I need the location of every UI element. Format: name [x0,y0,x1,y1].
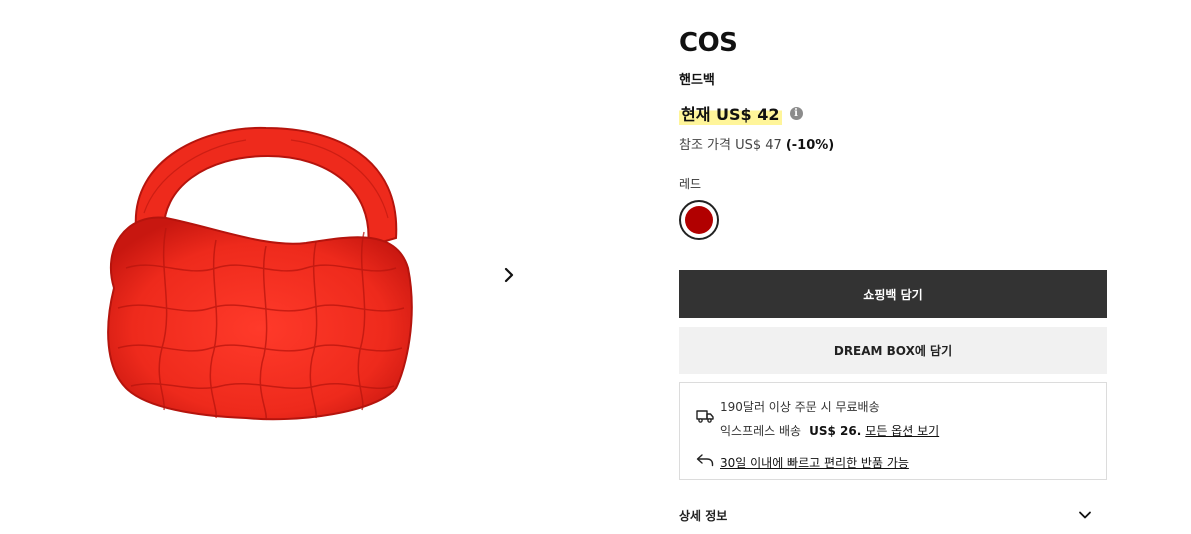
returns-link[interactable]: 30일 이내에 빠르고 편리한 반품 가능 [720,454,909,471]
add-to-cart-button[interactable]: 쇼핑백 담기 [679,270,1107,318]
next-image-button[interactable] [498,264,520,286]
chevron-right-icon [504,267,514,283]
discount-badge: (-10%) [785,138,835,153]
reference-price-row: 참조 가격 US$ 47 (-10%) [679,134,834,153]
reference-price: 참조 가격 US$ 47 [679,138,782,153]
product-gallery [0,0,640,534]
shipping-options-link[interactable]: 모든 옵션 보기 [865,424,939,438]
shipping-info-box: 190달러 이상 주문 시 무료배송 익스프레스 배송 US$ 26. 모든 옵션 … [679,382,1107,480]
express-shipping-row: 익스프레스 배송 US$ 26. 모든 옵션 보기 [720,422,939,439]
color-label: 레드 [679,177,702,191]
add-to-dream-box-button[interactable]: DREAM BOX에 담기 [679,327,1107,374]
details-label: 상세 정보 [679,508,728,523]
truck-icon [696,410,714,423]
product-category: 핸드백 [679,73,715,88]
info-icon[interactable]: i [789,106,803,120]
color-swatch-red[interactable] [679,200,719,240]
price-row: 현재 US$ 42 i [679,101,803,125]
express-shipping-label: 익스프레스 배송 [720,424,802,438]
brand-name: COS [679,28,738,58]
free-shipping-text: 190달러 이상 주문 시 무료배송 [720,400,880,414]
current-price: 현재 US$ 42 [679,101,782,125]
chevron-down-icon [1079,511,1091,519]
return-arrow-icon [696,454,714,467]
details-accordion[interactable]: 상세 정보 [679,500,1107,530]
product-image [107,126,413,421]
express-shipping-price: US$ 26. [809,424,862,438]
color-swatch-fill [685,206,713,234]
